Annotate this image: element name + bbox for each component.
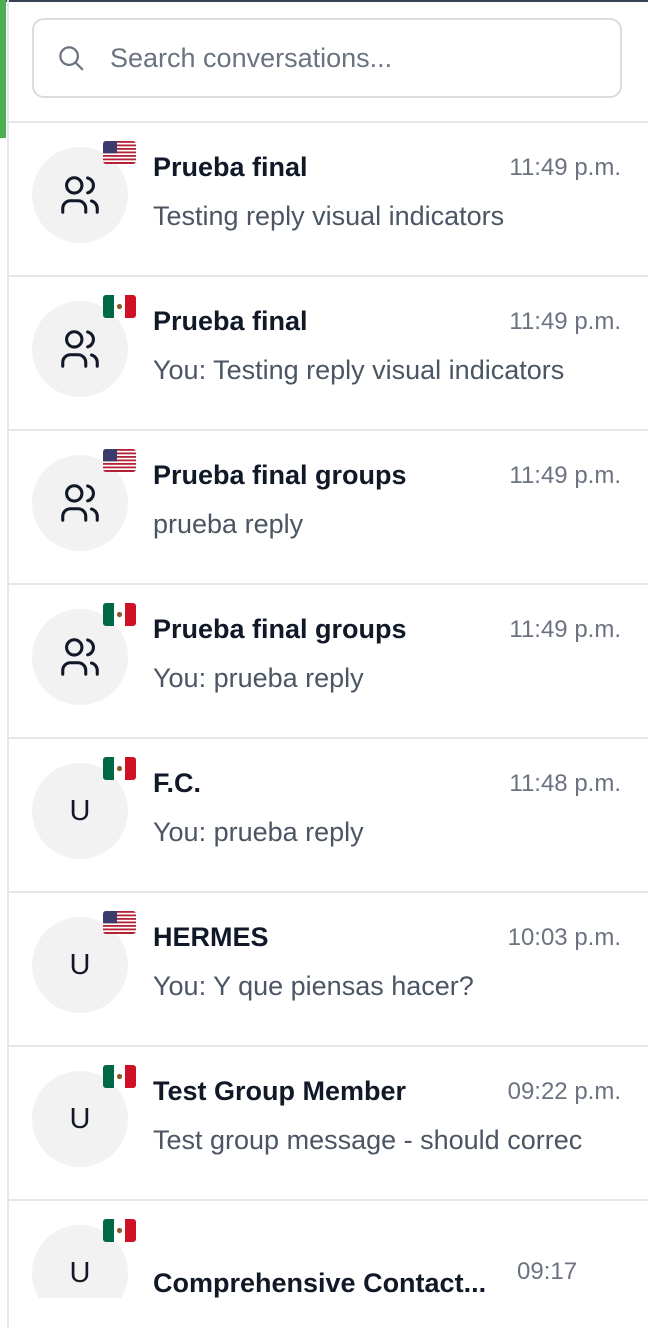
contact-name: Comprehensive Contact... bbox=[153, 1268, 487, 1298]
message-preview: prueba reply bbox=[153, 509, 304, 539]
message-time: 11:49 p.m. bbox=[509, 462, 621, 489]
us-flag-icon bbox=[103, 449, 136, 472]
message-preview: You: prueba reply bbox=[153, 663, 364, 693]
message-time: 09:22 p.m. bbox=[507, 1078, 621, 1105]
group-icon bbox=[61, 176, 99, 214]
message-time: 11:49 p.m. bbox=[509, 616, 621, 643]
message-preview: Test group message - should correc bbox=[153, 1125, 583, 1155]
contact-name: Prueba final bbox=[153, 306, 308, 336]
search-input[interactable] bbox=[110, 42, 590, 74]
conversation-item[interactable]: U Test Group Member 09:22 p.m. Test grou… bbox=[9, 1047, 648, 1201]
mx-flag-icon bbox=[103, 603, 136, 626]
conversation-item[interactable]: Prueba final groups 11:49 p.m. You: prue… bbox=[9, 585, 648, 739]
mx-flag-icon bbox=[103, 1219, 136, 1242]
message-preview: You: Testing reply visual indicators bbox=[153, 355, 565, 385]
message-preview: Testing reply visual indicators bbox=[153, 201, 505, 231]
message-preview: You: prueba reply bbox=[153, 817, 364, 847]
message-time: 11:49 p.m. bbox=[509, 308, 621, 335]
group-icon bbox=[61, 484, 99, 522]
conversation-item[interactable]: U HERMES 10:03 p.m. You: Y que piensas h… bbox=[9, 893, 648, 1047]
contact-name: Prueba final bbox=[153, 152, 308, 182]
conversation-item[interactable]: Prueba final 11:49 p.m. You: Testing rep… bbox=[9, 277, 648, 431]
group-icon bbox=[61, 330, 99, 368]
mx-flag-icon bbox=[103, 757, 136, 780]
search-icon bbox=[59, 46, 84, 71]
conversation-item[interactable]: U F.C. 11:48 p.m. You: prueba reply bbox=[9, 739, 648, 893]
search-area bbox=[9, 2, 648, 123]
contact-name: Prueba final groups bbox=[153, 614, 407, 644]
active-indicator-bar bbox=[0, 0, 6, 138]
conversation-item[interactable]: Prueba final 11:49 p.m. Testing reply vi… bbox=[9, 123, 648, 277]
message-time: 11:49 p.m. bbox=[509, 154, 621, 181]
us-flag-icon bbox=[103, 141, 136, 164]
conversation-item[interactable]: Prueba final groups 11:49 p.m. prueba re… bbox=[9, 431, 648, 585]
group-icon bbox=[61, 638, 99, 676]
message-time: 11:48 p.m. bbox=[509, 770, 621, 797]
contact-name: HERMES bbox=[153, 922, 269, 952]
message-time: 10:03 p.m. bbox=[507, 924, 621, 951]
contact-name: Test Group Member bbox=[153, 1076, 407, 1106]
mx-flag-icon bbox=[103, 295, 136, 318]
message-preview: You: Y que piensas hacer? bbox=[153, 971, 474, 1001]
us-flag-icon bbox=[103, 911, 136, 934]
contact-name: Prueba final groups bbox=[153, 460, 407, 490]
contact-name: F.C. bbox=[153, 768, 202, 798]
mx-flag-icon bbox=[103, 1065, 136, 1088]
conversation-item[interactable]: U Comprehensive Contact... 09:17 p.m. bbox=[9, 1201, 648, 1298]
search-box[interactable] bbox=[32, 18, 622, 98]
conversation-list-panel: Prueba final 11:49 p.m. Testing reply vi… bbox=[9, 2, 648, 1298]
conversation-list: Prueba final 11:49 p.m. Testing reply vi… bbox=[9, 123, 648, 1298]
message-time: 09:17 p.m. bbox=[517, 1258, 578, 1298]
